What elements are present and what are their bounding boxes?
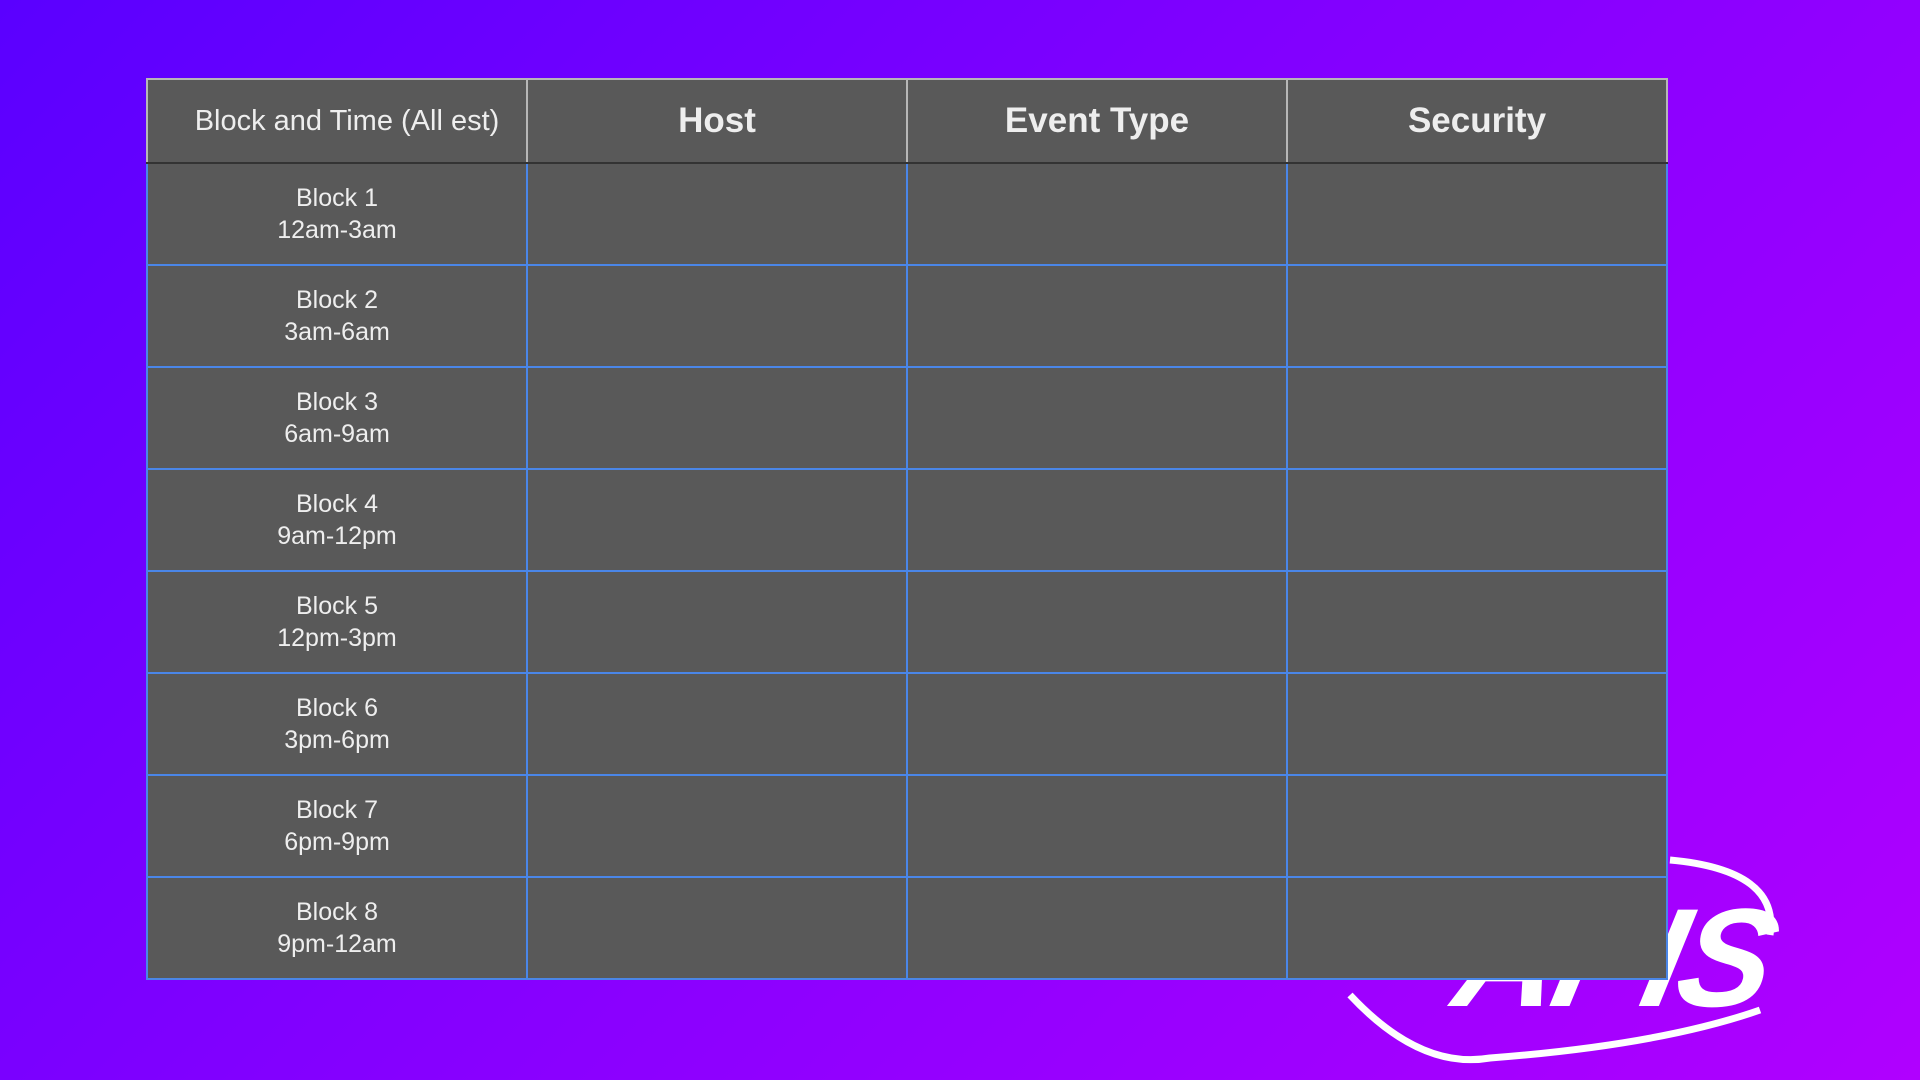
block-time-cell: Block 8 9pm-12am (146, 876, 528, 980)
host-cell[interactable] (526, 468, 908, 572)
block-time-cell: Block 2 3am-6am (146, 264, 528, 368)
table-row: Block 6 3pm-6pm (146, 672, 1668, 776)
block-time-cell: Block 4 9am-12pm (146, 468, 528, 572)
table-header-row: Block and Time (All est) Host Event Type… (146, 78, 1668, 164)
block-label: Block 6 (296, 694, 378, 722)
host-cell[interactable] (526, 774, 908, 878)
security-cell[interactable] (1286, 468, 1668, 572)
security-cell[interactable] (1286, 876, 1668, 980)
table-row: Block 8 9pm-12am (146, 876, 1668, 980)
block-label: Block 1 (296, 184, 378, 212)
time-range: 6am-9am (284, 420, 390, 448)
security-cell[interactable] (1286, 570, 1668, 674)
security-cell[interactable] (1286, 672, 1668, 776)
block-label: Block 5 (296, 592, 378, 620)
host-cell[interactable] (526, 162, 908, 266)
security-cell[interactable] (1286, 264, 1668, 368)
schedule-table: Block and Time (All est) Host Event Type… (146, 78, 1668, 980)
block-time-cell: Block 7 6pm-9pm (146, 774, 528, 878)
security-cell[interactable] (1286, 774, 1668, 878)
table-row: Block 2 3am-6am (146, 264, 1668, 368)
time-range: 12am-3am (277, 216, 397, 244)
block-time-cell: Block 3 6am-9am (146, 366, 528, 470)
time-range: 12pm-3pm (277, 624, 397, 652)
time-range: 6pm-9pm (284, 828, 390, 856)
time-range: 9am-12pm (277, 522, 397, 550)
event-type-cell[interactable] (906, 570, 1288, 674)
security-cell[interactable] (1286, 162, 1668, 266)
header-block-time: Block and Time (All est) (146, 78, 528, 164)
event-type-cell[interactable] (906, 672, 1288, 776)
security-cell[interactable] (1286, 366, 1668, 470)
event-type-cell[interactable] (906, 468, 1288, 572)
table-row: Block 3 6am-9am (146, 366, 1668, 470)
host-cell[interactable] (526, 366, 908, 470)
event-type-cell[interactable] (906, 774, 1288, 878)
block-label: Block 8 (296, 898, 378, 926)
event-type-cell[interactable] (906, 876, 1288, 980)
time-range: 3pm-6pm (284, 726, 390, 754)
table-body: Block 1 12am-3am Block 2 3am-6am Block 3 6am-… (146, 162, 1668, 980)
block-time-cell: Block 5 12pm-3pm (146, 570, 528, 674)
host-cell[interactable] (526, 876, 908, 980)
table-row: Block 1 12am-3am (146, 162, 1668, 266)
header-security: Security (1286, 78, 1668, 164)
block-label: Block 3 (296, 388, 378, 416)
block-label: Block 7 (296, 796, 378, 824)
block-time-cell: Block 6 3pm-6pm (146, 672, 528, 776)
event-type-cell[interactable] (906, 366, 1288, 470)
host-cell[interactable] (526, 672, 908, 776)
block-time-cell: Block 1 12am-3am (146, 162, 528, 266)
table-row: Block 4 9am-12pm (146, 468, 1668, 572)
host-cell[interactable] (526, 570, 908, 674)
header-event-type: Event Type (906, 78, 1288, 164)
host-cell[interactable] (526, 264, 908, 368)
block-label: Block 4 (296, 490, 378, 518)
table-row: Block 7 6pm-9pm (146, 774, 1668, 878)
time-range: 3am-6am (284, 318, 390, 346)
header-host: Host (526, 78, 908, 164)
event-type-cell[interactable] (906, 162, 1288, 266)
event-type-cell[interactable] (906, 264, 1288, 368)
table-row: Block 5 12pm-3pm (146, 570, 1668, 674)
time-range: 9pm-12am (277, 930, 397, 958)
block-label: Block 2 (296, 286, 378, 314)
